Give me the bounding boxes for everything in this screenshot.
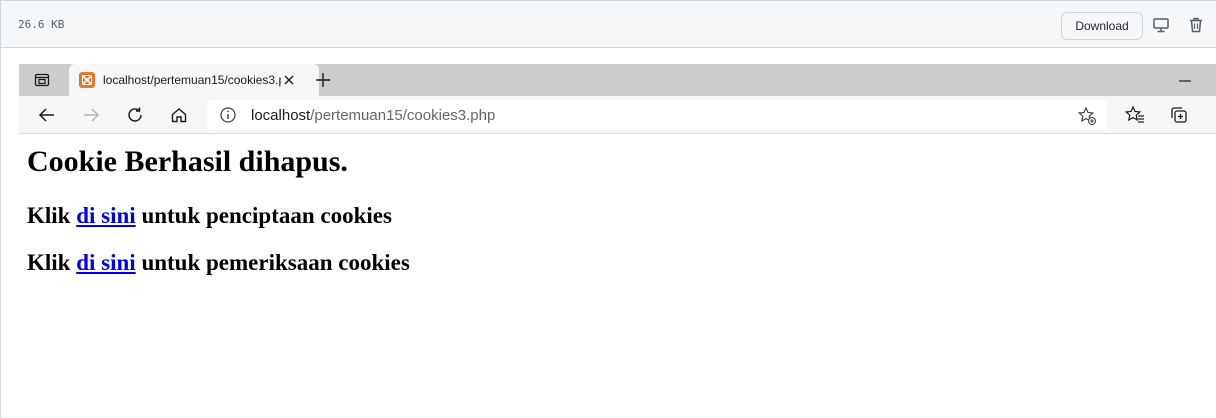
minimize-icon[interactable]: [1175, 71, 1195, 91]
file-size-label: 26.6 KB: [18, 18, 65, 31]
url-path: /pertemuan15/cookies3.php: [310, 107, 496, 124]
page-heading: Cookie Berhasil dihapus.: [27, 145, 348, 178]
page-content: Cookie Berhasil dihapus. Klik di sini un…: [19, 135, 1216, 418]
close-icon[interactable]: [281, 72, 297, 88]
workspaces-icon[interactable]: [19, 64, 65, 96]
favorites-icon[interactable]: [1123, 103, 1147, 127]
xampp-icon: [79, 72, 95, 88]
tab-strip: localhost/pertemuan15/cookies3.php: [19, 64, 1216, 96]
address-bar[interactable]: localhost/pertemuan15/cookies3.php: [207, 100, 1107, 130]
line-suffix: untuk pemeriksaan cookies: [135, 250, 410, 275]
line-prefix: Klik: [27, 203, 77, 228]
line-suffix: untuk penciptaan cookies: [135, 203, 392, 228]
add-favorite-icon[interactable]: [1077, 106, 1097, 126]
tab-title: localhost/pertemuan15/cookies3.php: [103, 73, 281, 87]
create-cookies-link[interactable]: di sini: [76, 203, 135, 228]
browser-screenshot: localhost/pertemuan15/cookies3.php local…: [0, 48, 1216, 418]
browser-toolbar: localhost/pertemuan15/cookies3.php: [19, 96, 1216, 134]
file-viewer-header: 26.6 KB Download: [0, 0, 1216, 48]
line-prefix: Klik: [27, 250, 77, 275]
home-icon[interactable]: [167, 103, 191, 127]
collections-icon[interactable]: [1167, 103, 1191, 127]
desktop-icon[interactable]: [1152, 16, 1170, 34]
create-cookies-line: Klik di sini untuk penciptaan cookies: [27, 203, 392, 229]
back-icon[interactable]: [35, 103, 59, 127]
forward-icon[interactable]: [79, 103, 103, 127]
download-button[interactable]: Download: [1061, 12, 1143, 40]
check-cookies-link[interactable]: di sini: [76, 250, 135, 275]
check-cookies-line: Klik di sini untuk pemeriksaan cookies: [27, 250, 410, 276]
reload-icon[interactable]: [123, 103, 147, 127]
tab-active[interactable]: localhost/pertemuan15/cookies3.php: [69, 64, 319, 96]
new-tab-icon[interactable]: [313, 70, 333, 90]
trash-icon[interactable]: [1187, 16, 1205, 34]
info-icon[interactable]: [219, 106, 237, 124]
url-text: localhost/pertemuan15/cookies3.php: [251, 107, 495, 124]
url-host: localhost: [251, 107, 311, 124]
